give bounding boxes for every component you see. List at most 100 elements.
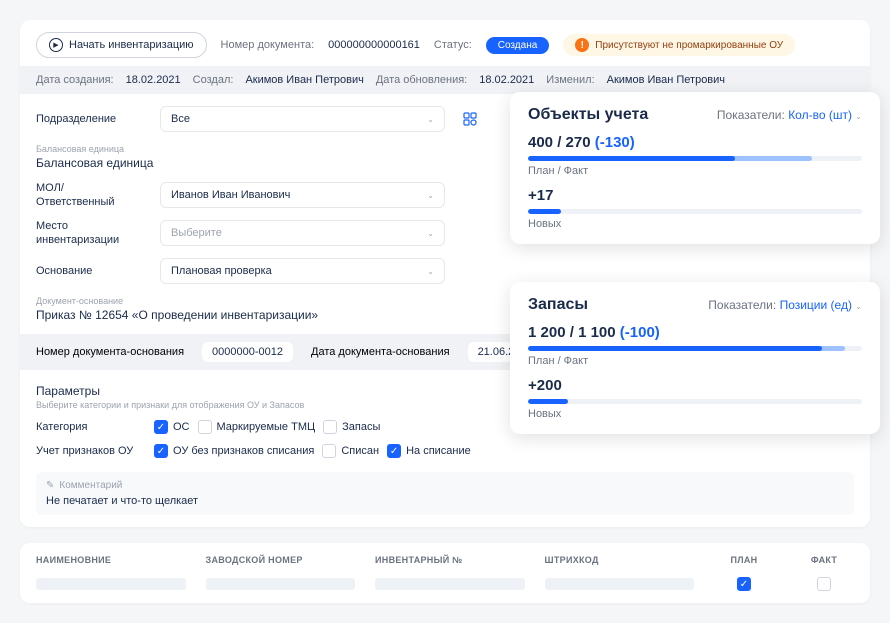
chevron-down-icon: ⌄ bbox=[427, 191, 434, 200]
th-fact: Факт bbox=[794, 555, 854, 565]
status-label: Статус: bbox=[434, 39, 472, 51]
objects-new-bar bbox=[528, 209, 862, 214]
updated-value: 18.02.2021 bbox=[479, 74, 534, 86]
signs-row: Учет признаков ОУ ✓ОУ без признаков спис… bbox=[36, 444, 854, 458]
warning-badge: ! Присутствуют не промаркированные ОУ bbox=[563, 34, 795, 56]
plan-check[interactable]: ✓ bbox=[714, 577, 774, 591]
skeleton-cell bbox=[375, 578, 525, 590]
check-tmc[interactable]: Маркируемые ТМЦ bbox=[198, 420, 316, 434]
stock-plan-fact-label: План / Факт bbox=[528, 355, 862, 367]
basis-date-label: Дата документа-основания bbox=[311, 346, 450, 358]
th-barcode: Штрихкод bbox=[545, 555, 695, 565]
editor-label: Изменил: bbox=[546, 74, 594, 86]
chevron-down-icon: ⌄ bbox=[427, 115, 434, 124]
checkbox-icon bbox=[817, 577, 831, 591]
basis-num-value[interactable]: 0000000-0012 bbox=[202, 342, 293, 362]
table-row: ✓ bbox=[36, 577, 854, 591]
warning-icon: ! bbox=[575, 38, 589, 52]
editor-value: Акимов Иван Петрович bbox=[607, 74, 725, 86]
table-header: Наименовние Заводской номер Инвентарный … bbox=[36, 555, 854, 565]
basis-value: Плановая проверка bbox=[171, 265, 272, 277]
balance-value: Балансовая единица bbox=[36, 156, 153, 170]
basis-num-label: Номер документа-основания bbox=[36, 346, 184, 358]
objects-bar bbox=[528, 156, 862, 161]
start-button-label: Начать инвентаризацию bbox=[69, 39, 194, 51]
skeleton-cell bbox=[206, 578, 356, 590]
warning-text: Присутствуют не промаркированные ОУ bbox=[595, 40, 783, 51]
author-label: Создал: bbox=[193, 74, 234, 86]
place-placeholder: Выберите bbox=[171, 227, 222, 239]
comment-icon: ✎ bbox=[46, 480, 54, 491]
place-select[interactable]: Выберите ⌄ bbox=[160, 220, 445, 246]
stock-title: Запасы bbox=[528, 296, 588, 314]
stock-metric[interactable]: Показатели: Позиции (ед) ⌄ bbox=[708, 298, 862, 312]
th-plan: План bbox=[714, 555, 774, 565]
checkbox-icon: ✓ bbox=[154, 444, 168, 458]
objects-new-label: Новых bbox=[528, 218, 862, 230]
objects-title: Объекты учета bbox=[528, 106, 648, 124]
doc-number-label: Номер документа: bbox=[221, 39, 315, 51]
comment-body: Не печатает и что-то щелкает bbox=[46, 495, 844, 507]
checkbox-icon: ✓ bbox=[387, 444, 401, 458]
subdivision-label: Подразделение bbox=[36, 113, 146, 125]
mol-select[interactable]: Иванов Иван Иванович ⌄ bbox=[160, 182, 445, 208]
doc-number-value: 000000000000161 bbox=[328, 39, 420, 51]
basis-row: Основание Плановая проверка ⌄ bbox=[36, 258, 854, 284]
chevron-down-icon: ⌄ bbox=[855, 112, 862, 121]
mol-value: Иванов Иван Иванович bbox=[171, 189, 290, 201]
skeleton-cell bbox=[36, 578, 186, 590]
stock-new-bar bbox=[528, 399, 862, 404]
comment-title: ✎ Комментарий bbox=[46, 480, 844, 491]
th-inventory: Инвентарный № bbox=[375, 555, 525, 565]
chevron-down-icon: ⌄ bbox=[427, 267, 434, 276]
check-sign-toff[interactable]: ✓На списание bbox=[387, 444, 471, 458]
created-label: Дата создания: bbox=[36, 74, 114, 86]
fact-check[interactable] bbox=[794, 577, 854, 591]
checkbox-icon bbox=[198, 420, 212, 434]
stock-plan-fact: 1 200 / 1 100 (-100) bbox=[528, 324, 862, 341]
header-row: ▶ Начать инвентаризацию Номер документа:… bbox=[36, 32, 854, 58]
basis-label: Основание bbox=[36, 265, 146, 277]
th-name: Наименовние bbox=[36, 555, 186, 565]
stock-new-label: Новых bbox=[528, 408, 862, 420]
skeleton-cell bbox=[545, 578, 695, 590]
comment-box: ✎ Комментарий Не печатает и что-то щелка… bbox=[36, 472, 854, 515]
doc-basis-label: Документ-основание bbox=[36, 296, 123, 306]
org-tree-icon[interactable] bbox=[459, 108, 481, 130]
play-icon: ▶ bbox=[49, 38, 63, 52]
mol-label: МОЛ/ Ответственный bbox=[36, 182, 146, 208]
subdivision-value: Все bbox=[171, 113, 190, 125]
stock-card: Запасы Показатели: Позиции (ед) ⌄ 1 200 … bbox=[510, 282, 880, 434]
checkbox-icon: ✓ bbox=[154, 420, 168, 434]
stock-bar bbox=[528, 346, 862, 351]
checkbox-icon: ✓ bbox=[737, 577, 751, 591]
balance-label: Балансовая единица bbox=[36, 144, 146, 154]
objects-metric[interactable]: Показатели: Кол-во (шт) ⌄ bbox=[717, 108, 862, 122]
objects-plan-fact: 400 / 270 (-130) bbox=[528, 134, 862, 151]
signs-label: Учет признаков ОУ bbox=[36, 445, 146, 457]
updated-label: Дата обновления: bbox=[376, 74, 467, 86]
main-card: ▶ Начать инвентаризацию Номер документа:… bbox=[20, 20, 870, 527]
status-badge: Создана bbox=[486, 37, 550, 54]
created-value: 18.02.2021 bbox=[126, 74, 181, 86]
stock-new: +200 bbox=[528, 377, 862, 394]
basis-select[interactable]: Плановая проверка ⌄ bbox=[160, 258, 445, 284]
start-inventory-button[interactable]: ▶ Начать инвентаризацию bbox=[36, 32, 207, 58]
doc-basis-value: Приказ № 12654 «О проведении инвентариза… bbox=[36, 308, 318, 322]
check-sign-off[interactable]: Списан bbox=[322, 444, 379, 458]
checkbox-icon bbox=[323, 420, 337, 434]
check-sign-none[interactable]: ✓ОУ без признаков списания bbox=[154, 444, 314, 458]
meta-row: Дата создания: 18.02.2021 Создал: Акимов… bbox=[20, 66, 870, 94]
checkbox-icon bbox=[322, 444, 336, 458]
objects-new: +17 bbox=[528, 187, 862, 204]
table-card: Наименовние Заводской номер Инвентарный … bbox=[20, 543, 870, 603]
subdivision-select[interactable]: Все ⌄ bbox=[160, 106, 445, 132]
category-label: Категория bbox=[36, 421, 146, 433]
objects-card: Объекты учета Показатели: Кол-во (шт) ⌄ … bbox=[510, 92, 880, 244]
chevron-down-icon: ⌄ bbox=[427, 229, 434, 238]
check-os[interactable]: ✓ОС bbox=[154, 420, 190, 434]
place-label: Место инвентаризации bbox=[36, 220, 146, 246]
check-stock[interactable]: Запасы bbox=[323, 420, 380, 434]
objects-plan-fact-label: План / Факт bbox=[528, 165, 862, 177]
author-value: Акимов Иван Петрович bbox=[245, 74, 363, 86]
